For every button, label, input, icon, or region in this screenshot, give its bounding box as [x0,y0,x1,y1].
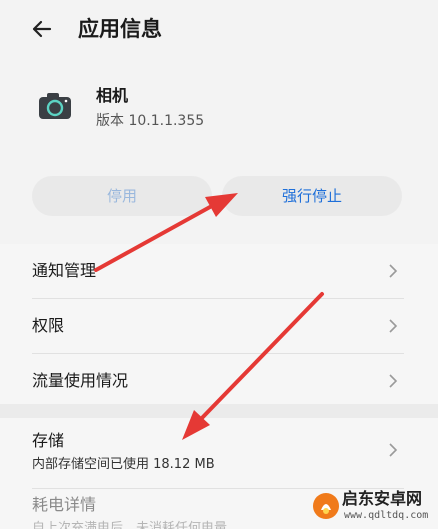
disable-button[interactable]: 停用 [32,176,212,216]
list-item-label: 权限 [32,316,65,335]
list-item-storage[interactable]: 存储 内部存储空间已使用 18.12 MB [0,418,438,488]
watermark-name: 启东安卓网 [342,489,423,508]
settings-list: 通知管理 权限 流量使用情况 [0,244,438,404]
list-item-notifications[interactable]: 通知管理 [0,244,438,298]
camera-app-icon [39,93,71,119]
watermark-url: www.qdltdq.com [344,510,429,521]
power-detail: 自上次充满电后，未消耗任何电量 [32,521,228,529]
back-arrow-icon[interactable] [30,14,60,44]
chevron-right-icon [389,374,398,388]
app-version: 版本 10.1.1.355 [96,113,205,129]
list-item-permissions[interactable]: 权限 [0,299,438,353]
power-label: 耗电详情 [32,495,97,514]
section-gap [0,404,438,418]
list-item-label: 通知管理 [32,261,97,280]
top-bar: 应用信息 [0,0,438,62]
app-info-screen: 应用信息 相机 版本 10.1.1.355 停用 强行停止 通知管理 权限 流量… [0,0,438,529]
force-stop-button[interactable]: 强行停止 [222,176,402,216]
storage-detail: 内部存储空间已使用 18.12 MB [32,457,215,472]
app-name: 相机 [96,86,129,105]
list-item-data-usage[interactable]: 流量使用情况 [0,354,438,408]
watermark-logo-icon [313,493,339,519]
page-title: 应用信息 [78,17,162,41]
list-item-label: 流量使用情况 [32,371,129,390]
watermark: 启东安卓网 www.qdltdq.com [308,488,436,526]
storage-label: 存储 [32,431,65,450]
chevron-right-icon [389,443,398,457]
chevron-right-icon [389,264,398,278]
chevron-right-icon [389,319,398,333]
